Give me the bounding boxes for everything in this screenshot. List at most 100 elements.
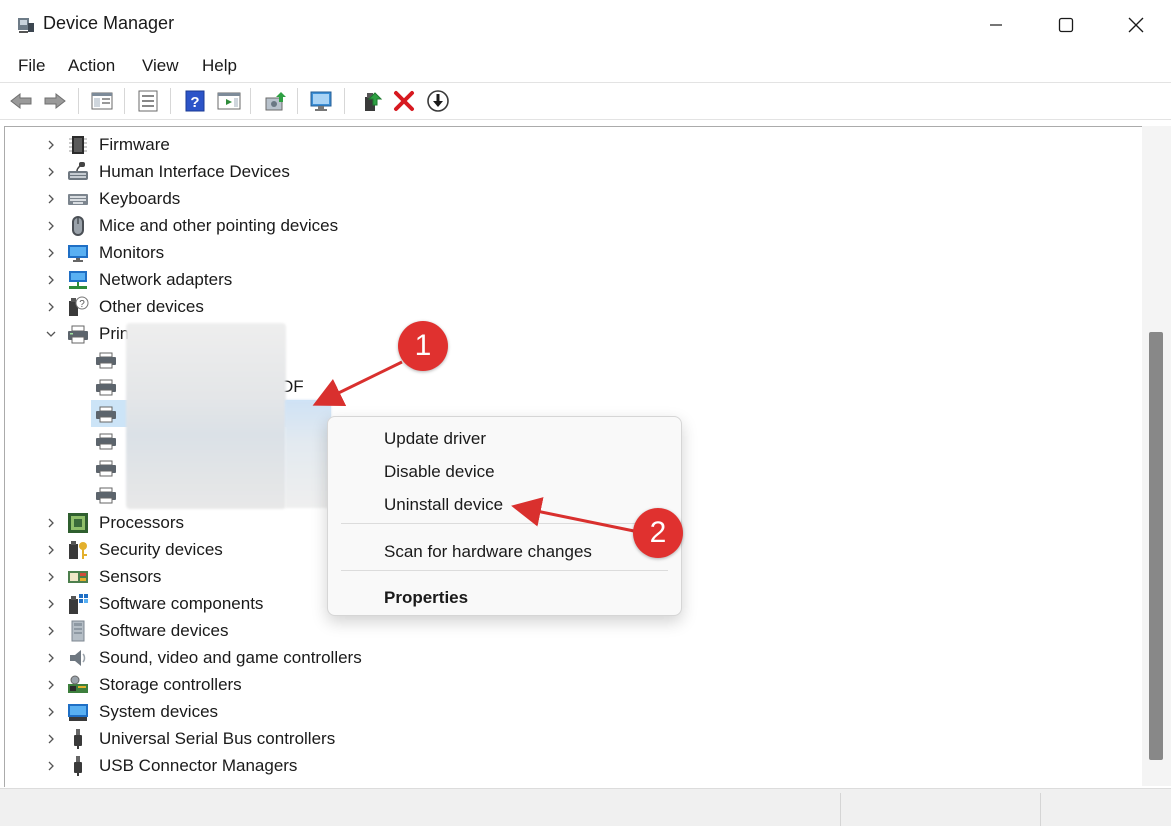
scrollbar-thumb[interactable] (1149, 332, 1163, 760)
chevron-right-icon[interactable] (45, 598, 57, 610)
printer-icon (68, 325, 88, 344)
tree-item-software-devices[interactable]: Software devices (5, 617, 405, 644)
tree-item-label: Security devices (99, 540, 223, 559)
disable-device-button[interactable] (425, 88, 451, 114)
tree-item-usb-controllers[interactable]: Universal Serial Bus controllers (5, 725, 405, 752)
enable-device-icon (365, 92, 383, 111)
tree-item-network-adapters[interactable]: Network adapters (5, 266, 405, 293)
device-manager-icon (18, 18, 34, 33)
tree-item-label: Other devices (99, 297, 204, 316)
redacted-printer-names (126, 323, 286, 509)
help-button[interactable]: ? (182, 88, 208, 114)
menu-scan-hardware[interactable]: Scan for hardware changes (384, 542, 592, 562)
svg-text:?: ? (79, 299, 85, 310)
chevron-right-icon[interactable] (45, 544, 57, 556)
chevron-right-icon[interactable] (45, 274, 57, 286)
usb-icon (74, 729, 82, 749)
chevron-right-icon[interactable] (45, 733, 57, 745)
scan-hardware-button[interactable] (309, 88, 335, 114)
redacted-selection-overlay (285, 400, 331, 508)
toolbar-separator (297, 88, 298, 114)
tree-item-label: USB Connector Managers (99, 756, 298, 775)
action-pane-button[interactable] (216, 88, 242, 114)
maximize-button[interactable] (1031, 0, 1101, 50)
tree-item-label: Universal Serial Bus controllers (99, 729, 336, 748)
chevron-right-icon[interactable] (45, 706, 57, 718)
scan-hardware-icon (310, 91, 332, 111)
uninstall-device-button[interactable] (391, 88, 417, 114)
status-separator (1040, 793, 1041, 826)
processor-icon (68, 513, 88, 533)
chevron-right-icon[interactable] (45, 193, 57, 205)
show-action-pane-icon (217, 92, 241, 110)
menu-action[interactable]: Action (68, 56, 115, 76)
chevron-right-icon[interactable] (45, 166, 57, 178)
uninstall-device-icon (394, 91, 414, 111)
chevron-right-icon[interactable] (45, 220, 57, 232)
tree-item-label: Software components (99, 594, 264, 613)
tree-item-system-devices[interactable]: System devices (5, 698, 405, 725)
disable-device-icon (427, 90, 449, 112)
chevron-right-icon[interactable] (45, 625, 57, 637)
menu-update-driver[interactable]: Update driver (384, 429, 486, 449)
menu-disable-device[interactable]: Disable device (384, 462, 495, 482)
close-icon (1128, 17, 1144, 33)
tree-item-label: Firmware (99, 135, 170, 154)
network-adapter-icon (69, 271, 87, 289)
forward-arrow-icon (44, 92, 66, 110)
tree-item-hid[interactable]: Human Interface Devices (5, 158, 405, 185)
chevron-right-icon[interactable] (45, 301, 57, 313)
vertical-scrollbar[interactable] (1142, 126, 1171, 786)
enable-device-button[interactable] (358, 88, 384, 114)
chevron-right-icon[interactable] (45, 679, 57, 691)
menu-properties[interactable]: Properties (384, 588, 468, 608)
menu-uninstall-device[interactable]: Uninstall device (384, 495, 503, 515)
chevron-right-icon[interactable] (45, 760, 57, 772)
update-driver-icon (265, 92, 286, 111)
annotation-badge-2: 2 (633, 508, 683, 558)
console-tree-button[interactable] (89, 88, 115, 114)
window-title: Device Manager (43, 13, 175, 33)
close-button[interactable] (1101, 0, 1171, 50)
mouse-icon (72, 216, 84, 236)
tree-item-monitors[interactable]: Monitors (5, 239, 405, 266)
forward-button[interactable] (42, 88, 68, 114)
tree-item-other-devices[interactable]: ? Other devices (5, 293, 405, 320)
printer-icon (96, 487, 116, 504)
tree-item-keyboards[interactable]: Keyboards (5, 185, 405, 212)
storage-controller-icon (68, 675, 88, 693)
chevron-right-icon[interactable] (45, 652, 57, 664)
tree-item-firmware[interactable]: Firmware (5, 131, 405, 158)
help-icon: ? (185, 90, 205, 112)
tree-item-label: Human Interface Devices (99, 162, 290, 181)
tree-item-sound-video-game[interactable]: Sound, video and game controllers (5, 644, 405, 671)
printer-icon (96, 460, 116, 477)
tree-item-label: Sound, video and game controllers (99, 648, 362, 667)
menu-file[interactable]: File (18, 56, 45, 76)
chevron-right-icon[interactable] (45, 571, 57, 583)
printer-icon (96, 433, 116, 450)
menu-help[interactable]: Help (202, 56, 237, 76)
chevron-right-icon[interactable] (45, 517, 57, 529)
tree-item-label: System devices (99, 702, 219, 721)
status-bar (0, 788, 1171, 826)
firmware-icon (69, 136, 87, 154)
toolbar-separator (170, 88, 171, 114)
tree-item-label: Sensors (99, 567, 162, 586)
tree-item-storage-controllers[interactable]: Storage controllers (5, 671, 405, 698)
menu-separator (341, 523, 668, 524)
tree-item-usb-connector-managers[interactable]: USB Connector Managers (5, 752, 405, 779)
toolbar-separator (78, 88, 79, 114)
tree-item-label: Processors (99, 513, 185, 532)
back-button[interactable] (8, 88, 34, 114)
update-driver-button[interactable] (263, 88, 289, 114)
chevron-right-icon[interactable] (45, 247, 57, 259)
chevron-down-icon[interactable] (45, 328, 57, 340)
minimize-icon (990, 24, 1002, 26)
tree-item-mice[interactable]: Mice and other pointing devices (5, 212, 405, 239)
menu-view[interactable]: View (142, 56, 179, 76)
minimize-button[interactable] (961, 0, 1031, 50)
chevron-right-icon[interactable] (45, 139, 57, 151)
printer-icon (96, 352, 116, 369)
properties-button[interactable] (135, 88, 161, 114)
